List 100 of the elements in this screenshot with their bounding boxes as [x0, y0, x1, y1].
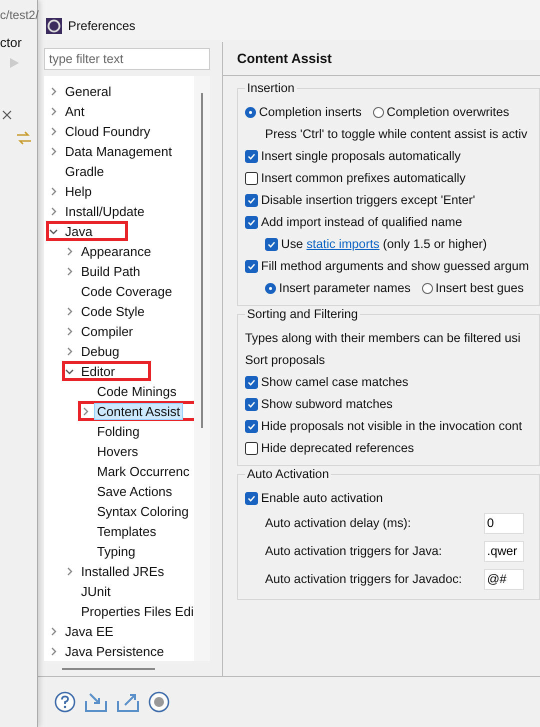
checkbox[interactable]	[245, 420, 258, 432]
chevron-right-icon[interactable]	[65, 306, 74, 316]
record-icon[interactable]	[148, 691, 170, 713]
checkbox[interactable]	[265, 238, 278, 250]
tree-item[interactable]: Cloud Foundry	[62, 122, 154, 140]
checkbox-label[interactable]: Insert common prefixes automatically	[261, 171, 466, 185]
tree-item[interactable]: Editor	[78, 362, 118, 380]
field-label: Auto activation delay (ms):	[265, 516, 412, 530]
input-field[interactable]: @#	[484, 568, 524, 590]
tree-item[interactable]: Save Actions	[94, 482, 176, 500]
tree-item[interactable]: Data Management	[62, 142, 175, 160]
radio-button[interactable]	[422, 282, 433, 294]
static-imports-link[interactable]: static imports	[306, 237, 380, 251]
tree-item[interactable]: Java Persistence	[62, 642, 167, 660]
tree-item[interactable]: Java	[62, 222, 96, 240]
checkbox-label[interactable]: Show camel case matches	[261, 375, 408, 389]
checkbox-label[interactable]: Use static imports (only 1.5 or higher)	[281, 237, 487, 251]
tree-item[interactable]: Code Coverage	[78, 282, 176, 300]
checkbox[interactable]	[245, 194, 258, 206]
tree-item[interactable]: Hovers	[94, 442, 142, 460]
checkbox-label[interactable]: Hide deprecated references	[261, 441, 414, 455]
input-field[interactable]: 0	[484, 512, 524, 534]
tree-item[interactable]: Syntax Coloring	[94, 502, 192, 520]
eclipse-logo-icon	[46, 18, 62, 34]
tree-item[interactable]: Templates	[94, 522, 160, 540]
checkbox-label[interactable]: Fill method arguments and show guessed argum	[261, 259, 529, 273]
tree-item[interactable]: General	[62, 82, 114, 100]
radio-label[interactable]: Insert best gues	[436, 281, 524, 295]
input-field[interactable]: .qwer	[484, 540, 524, 562]
tree-item[interactable]: Java EE	[62, 622, 116, 640]
checkbox[interactable]	[245, 376, 258, 388]
hint-text: Press 'Ctrl' to toggle while content assist is activ	[265, 127, 528, 141]
chevron-right-icon[interactable]	[49, 626, 58, 636]
checkbox[interactable]	[245, 398, 258, 410]
tree-item[interactable]: Ant	[62, 102, 88, 120]
description-text: Sort proposals	[245, 353, 325, 367]
radio-button[interactable]	[265, 282, 276, 294]
radio-label[interactable]: Completion overwrites	[386, 105, 510, 119]
chevron-right-icon[interactable]	[65, 326, 74, 336]
tree-item[interactable]: Build Path	[78, 262, 144, 280]
chevron-right-icon[interactable]	[65, 566, 74, 576]
tree-item[interactable]: Gradle	[62, 162, 108, 180]
tree-item[interactable]: Folding	[94, 422, 143, 440]
menu-label: ctor	[0, 35, 22, 50]
checkbox-label[interactable]: Enable auto activation	[261, 491, 383, 505]
chevron-right-icon[interactable]	[65, 246, 74, 256]
description-text: Types along with their members can be filtered usi	[245, 331, 520, 345]
radio-label[interactable]: Completion inserts	[259, 105, 362, 119]
chevron-down-icon[interactable]	[65, 366, 74, 376]
chevron-right-icon[interactable]	[49, 126, 58, 136]
checkbox-label[interactable]: Insert single proposals automatically	[261, 149, 461, 163]
page-title: Content Assist	[237, 51, 332, 66]
chevron-right-icon[interactable]	[49, 206, 58, 216]
group-title: Auto Activation	[245, 467, 331, 481]
radio-button[interactable]	[245, 106, 256, 118]
checkbox-label[interactable]: Add import instead of qualified name	[261, 215, 462, 229]
path-text: c/test2/	[0, 8, 39, 22]
radio-label[interactable]: Insert parameter names	[279, 281, 411, 295]
tree-item[interactable]: Properties Files Edi	[78, 602, 194, 620]
chevron-right-icon[interactable]	[49, 646, 58, 656]
tree-item[interactable]: Debug	[78, 342, 122, 360]
checkbox[interactable]	[245, 442, 258, 454]
field-label: Auto activation triggers for Java:	[265, 544, 443, 558]
checkbox[interactable]	[245, 260, 258, 272]
chevron-down-icon[interactable]	[49, 226, 58, 236]
checkbox[interactable]	[245, 172, 258, 184]
chevron-right-icon[interactable]	[81, 406, 90, 416]
tree-item[interactable]: Code Minings	[94, 382, 180, 400]
chevron-right-icon[interactable]	[65, 266, 74, 276]
chevron-right-icon[interactable]	[49, 186, 58, 196]
tree-item[interactable]: Code Style	[78, 302, 148, 320]
field-label: Auto activation triggers for Javadoc:	[265, 572, 463, 586]
checkbox[interactable]	[245, 150, 258, 162]
import-icon[interactable]	[84, 691, 108, 713]
filter-field[interactable]: type filter text	[44, 48, 210, 70]
chevron-right-icon[interactable]	[49, 146, 58, 156]
export-icon[interactable]	[116, 691, 140, 713]
chevron-right-icon[interactable]	[49, 106, 58, 116]
chevron-right-icon[interactable]	[49, 86, 58, 96]
checkbox[interactable]	[245, 216, 258, 228]
checkbox[interactable]	[245, 492, 258, 504]
tree-item[interactable]: Typing	[94, 542, 138, 560]
tree-item[interactable]: JUnit	[78, 582, 114, 600]
checkbox-label[interactable]: Disable insertion triggers except 'Enter'	[261, 193, 476, 207]
tree-item[interactable]: Content Assist	[94, 402, 184, 420]
tree-item[interactable]: Appearance	[78, 242, 154, 260]
sync-arrows-icon[interactable]	[16, 131, 32, 145]
tree-item[interactable]: Mark Occurrenc	[94, 462, 192, 480]
radio-button[interactable]	[372, 106, 384, 118]
checkbox-label[interactable]: Hide proposals not visible in the invocation cont	[261, 419, 522, 433]
tree-item[interactable]: Installed JREs	[78, 562, 168, 580]
tree-item[interactable]: Install/Update	[62, 202, 148, 220]
tree-item[interactable]: Help	[62, 182, 95, 200]
scrollbar-thumb[interactable]	[201, 93, 203, 428]
checkbox-label[interactable]: Show subword matches	[261, 397, 393, 411]
help-icon[interactable]	[54, 691, 76, 713]
scrollbar-thumb[interactable]	[62, 668, 155, 670]
chevron-right-icon[interactable]	[65, 346, 74, 356]
close-icon[interactable]	[2, 110, 12, 120]
tree-item[interactable]: Compiler	[78, 322, 136, 340]
